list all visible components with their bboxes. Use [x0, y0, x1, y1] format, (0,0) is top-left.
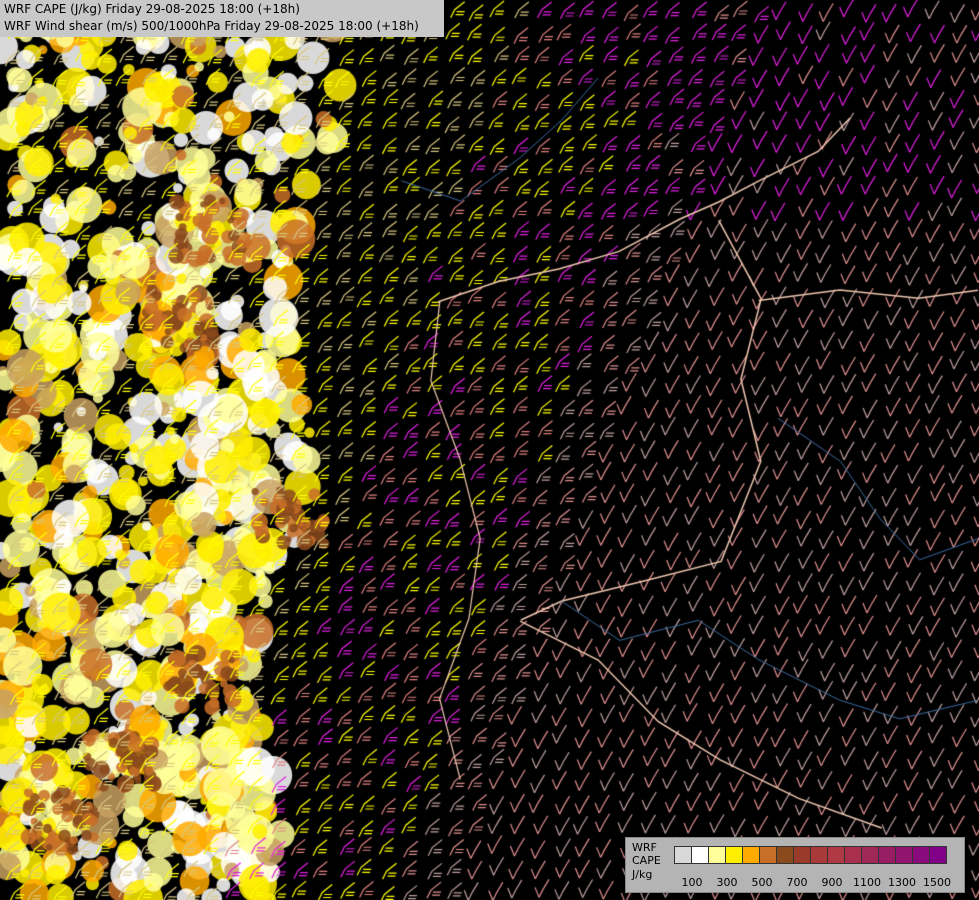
legend-swatch — [674, 846, 692, 864]
legend-swatch — [810, 846, 828, 864]
legend-swatch — [895, 846, 913, 864]
legend-color-scale — [674, 846, 947, 864]
map-title-box: WRF CAPE (J/kg) Friday 29-08-2025 18:00 … — [0, 0, 444, 37]
legend-swatch — [708, 846, 726, 864]
legend-label-param: CAPE — [632, 854, 661, 867]
legend-tick-label: 700 — [786, 876, 808, 889]
legend-swatch — [912, 846, 930, 864]
legend-label-unit: J/kg — [632, 868, 653, 881]
legend-tick-label: 1100 — [853, 876, 881, 889]
legend-swatch — [827, 846, 845, 864]
legend-swatch — [929, 846, 947, 864]
cape-title: WRF CAPE (J/kg) Friday 29-08-2025 18:00 … — [4, 2, 300, 16]
legend-swatch — [776, 846, 794, 864]
legend-swatch — [691, 846, 709, 864]
legend-swatch — [725, 846, 743, 864]
legend-swatch — [759, 846, 777, 864]
legend-swatch — [844, 846, 862, 864]
legend-tick-label: 1300 — [888, 876, 916, 889]
cape-wind-shear-map — [0, 0, 979, 900]
legend-swatch — [878, 846, 896, 864]
legend-label-model: WRF — [632, 841, 657, 854]
legend-tick-label: 100 — [681, 876, 703, 889]
cape-legend: WRF CAPE J/kg 100 300 500 700 900 1100 1300 150… — [625, 837, 965, 893]
legend-swatch — [861, 846, 879, 864]
legend-swatch — [793, 846, 811, 864]
legend-tick-label: 500 — [751, 876, 773, 889]
legend-tick-label: 300 — [716, 876, 738, 889]
wind-shear-title: WRF Wind shear (m/s) 500/1000hPa Friday … — [4, 19, 419, 33]
legend-tick-label: 900 — [821, 876, 843, 889]
legend-swatch — [742, 846, 760, 864]
legend-tick-label: 1500 — [923, 876, 951, 889]
